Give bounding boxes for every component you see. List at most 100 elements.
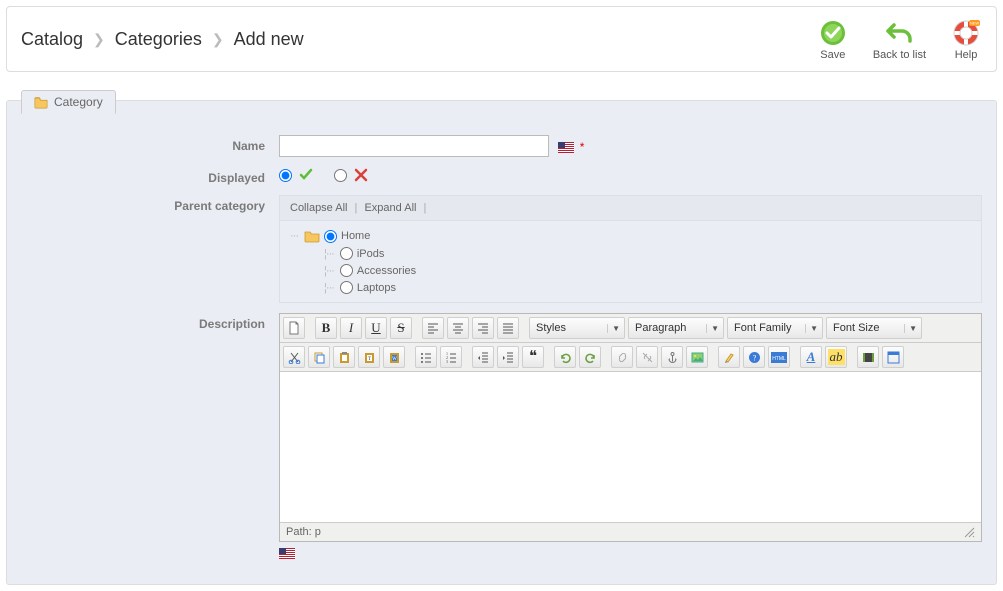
format-select[interactable]: Paragraph▼ [628,317,724,339]
row-parent: Parent category Collapse All | Expand Al… [21,195,982,303]
tree-connector: ¦··· [324,282,334,294]
media-button[interactable] [857,346,879,368]
tree-connector: ¦··· [324,248,334,260]
image-button[interactable] [686,346,708,368]
tree-connector: ¦··· [324,265,334,277]
newdoc-button[interactable] [283,317,305,339]
row-name: Name * [21,135,982,157]
tree-item-radio[interactable] [340,281,353,294]
separator: | [424,202,427,214]
tree-root-radio[interactable] [324,230,337,243]
breadcrumb-add-new: Add new [234,29,304,50]
underline-button[interactable]: U [365,317,387,339]
tree-root-label: Home [341,230,370,242]
svg-text:HTML: HTML [772,356,786,362]
cut-button[interactable] [283,346,305,368]
chevron-right-icon: ❯ [93,31,105,48]
number-list-button[interactable]: 123 [440,346,462,368]
rich-text-editor: B I U S Styles▼ Paragraph▼ Font Family▼ [279,313,982,542]
undo-arrow-icon [883,17,915,49]
name-input[interactable] [279,135,549,157]
check-circle-icon [817,17,849,49]
forecolor-button[interactable]: A [800,346,822,368]
tree-item-label: Laptops [357,282,396,294]
bold-button[interactable]: B [315,317,337,339]
indent-button[interactable] [497,346,519,368]
displayed-no-radio[interactable] [334,169,347,182]
category-form: Name * Displayed Parent category [7,125,996,584]
fullscreen-button[interactable] [882,346,904,368]
outdent-button[interactable] [472,346,494,368]
separator: | [355,202,358,214]
svg-text:W: W [392,357,397,362]
category-panel: Category Name * Displayed [6,100,997,585]
tree-item-label: Accessories [357,265,416,277]
category-tree: Collapse All | Expand All | ··· Home [279,195,982,303]
fontfamily-select[interactable]: Font Family▼ [727,317,823,339]
editor-toolbar-2: T W 123 ❝ [280,343,981,372]
paste-text-button[interactable]: T [358,346,380,368]
flag-us-icon[interactable] [558,142,574,153]
row-displayed: Displayed [21,167,982,185]
expand-all-link[interactable]: Expand All [364,202,416,214]
editor-toolbar-1: B I U S Styles▼ Paragraph▼ Font Family▼ [280,314,981,343]
fontsize-select[interactable]: Font Size▼ [826,317,922,339]
chevron-right-icon: ❯ [212,31,224,48]
save-button[interactable]: Save [817,17,849,61]
required-mark: * [580,140,585,154]
anchor-button[interactable] [661,346,683,368]
header-actions: Save Back to list NEW Help [817,17,982,61]
page-header: Catalog ❯ Categories ❯ Add new Save Back… [6,6,997,72]
folder-icon [34,95,48,109]
tab-category[interactable]: Category [21,90,116,114]
html-button[interactable]: HTML [768,346,790,368]
tree-item-radio[interactable] [340,247,353,260]
copy-button[interactable] [308,346,330,368]
parent-label: Parent category [21,195,279,213]
unlink-button[interactable] [636,346,658,368]
backcolor-button[interactable]: ab [825,346,847,368]
align-justify-button[interactable] [497,317,519,339]
italic-button[interactable]: I [340,317,362,339]
svg-text:T: T [367,357,370,362]
styles-select[interactable]: Styles▼ [529,317,625,339]
collapse-all-link[interactable]: Collapse All [290,202,347,214]
description-flag[interactable] [279,546,982,560]
displayed-yes-radio[interactable] [279,169,292,182]
breadcrumb-categories[interactable]: Categories [115,29,202,50]
paste-button[interactable] [333,346,355,368]
breadcrumb: Catalog ❯ Categories ❯ Add new [21,29,304,50]
tree-root[interactable]: ··· Home [290,227,971,245]
link-button[interactable] [611,346,633,368]
tree-item-radio[interactable] [340,264,353,277]
editor-textarea[interactable] [280,372,981,522]
bullet-list-button[interactable] [415,346,437,368]
help-button[interactable]: NEW Help [950,17,982,61]
redo-button[interactable] [579,346,601,368]
editor-statusbar: Path: p [280,522,981,541]
paste-word-button[interactable]: W [383,346,405,368]
back-button[interactable]: Back to list [873,17,926,61]
lifebuoy-icon: NEW [950,17,982,49]
help-label: Help [955,49,978,61]
svg-text:?: ? [752,353,756,362]
strike-button[interactable]: S [390,317,412,339]
tree-item[interactable]: ¦··· iPods [290,245,971,262]
cleanup-button[interactable] [718,346,740,368]
align-left-button[interactable] [422,317,444,339]
align-center-button[interactable] [447,317,469,339]
breadcrumb-catalog[interactable]: Catalog [21,29,83,50]
tree-body: ··· Home ¦··· iPods [280,221,981,302]
align-right-button[interactable] [472,317,494,339]
blockquote-button[interactable]: ❝ [522,346,544,368]
tree-item[interactable]: ¦··· Laptops [290,279,971,296]
tree-connector: ··· [290,230,298,242]
folder-open-icon [304,229,320,243]
description-label: Description [21,313,279,331]
svg-text:NEW: NEW [970,21,980,26]
tree-toolbar: Collapse All | Expand All | [280,196,981,221]
undo-button[interactable] [554,346,576,368]
tree-item[interactable]: ¦··· Accessories [290,262,971,279]
help-button[interactable]: ? [743,346,765,368]
resize-handle-icon[interactable] [963,526,975,538]
